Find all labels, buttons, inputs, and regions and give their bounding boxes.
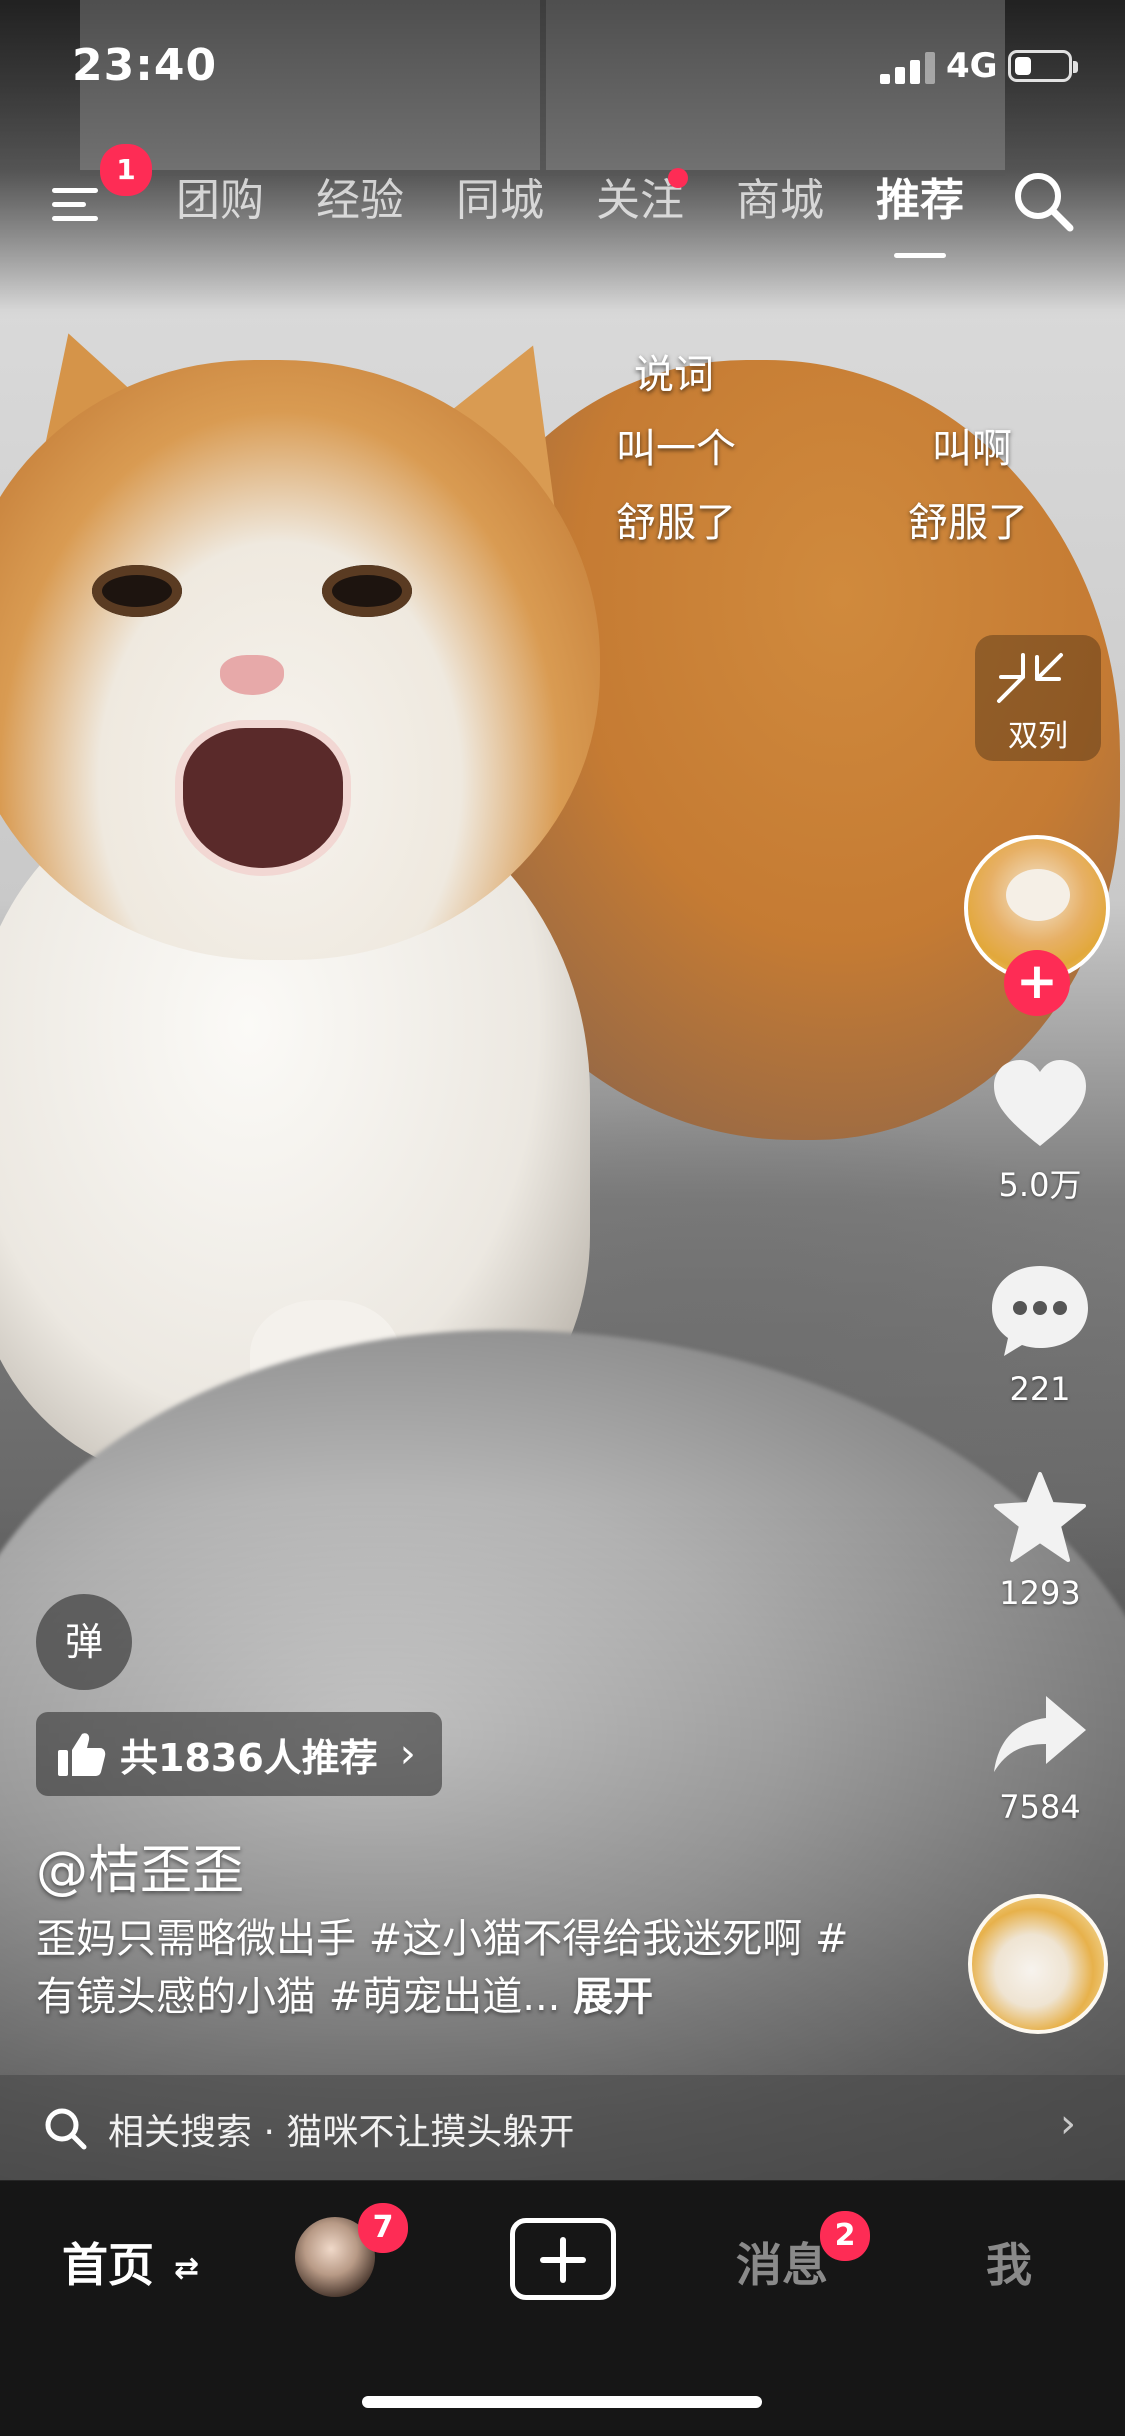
thumbs-up-icon (58, 1733, 106, 1776)
menu-icon-line (52, 202, 86, 207)
tab-label: 同城 (456, 175, 544, 226)
dual-column-label: 双列 (1008, 719, 1068, 754)
favorite-button[interactable]: 1293 (975, 1470, 1105, 1612)
tab-label: 经验 (316, 175, 404, 226)
messages-badge: 2 (820, 2211, 870, 2261)
follow-button[interactable]: + (1004, 950, 1070, 1016)
search-icon (1015, 173, 1074, 232)
share-icon (994, 1696, 1086, 1772)
like-count: 5.0万 (998, 1166, 1082, 1204)
heart-icon (994, 1060, 1086, 1146)
cat-nose (220, 655, 284, 695)
dual-column-button[interactable]: 双列 (975, 635, 1101, 761)
cat-eye-left (92, 565, 182, 617)
tab-shangcheng[interactable]: 商城 (710, 166, 850, 236)
cat-mouth (175, 720, 351, 876)
search-icon (45, 2108, 87, 2150)
battery-icon (1008, 50, 1078, 82)
tab-label: 推荐 (876, 175, 964, 226)
related-search-bar[interactable]: 相关搜索 · 猫咪不让摸头躲开 › (0, 2075, 1125, 2181)
danmu-toggle[interactable]: 弹 (36, 1594, 132, 1690)
lyric-line: 叫一个 (616, 426, 736, 472)
chevron-right-icon: › (1060, 2101, 1076, 2147)
recommend-pill[interactable]: 共1836人推荐 › (36, 1712, 442, 1796)
top-navigation: 1 团购 经验 同城 关注 商城 推荐 (0, 144, 1125, 260)
search-button[interactable] (1008, 166, 1078, 236)
home-indicator (362, 2396, 762, 2408)
menu-badge: 1 (100, 144, 152, 196)
comment-icon (992, 1266, 1088, 1356)
like-button[interactable]: 5.0万 (975, 1058, 1105, 1206)
lyric-line: 说词 (634, 352, 714, 398)
tab-messages[interactable]: 消息 (736, 2229, 828, 2295)
lyric-line: 舒服了 (616, 500, 736, 546)
menu-icon (52, 188, 98, 193)
tab-tuijian[interactable]: 推荐 (850, 166, 990, 258)
lyric-line: 叫啊 (932, 426, 1012, 472)
author-name[interactable]: @桔歪歪 (36, 1828, 244, 1903)
menu-icon-line (52, 216, 98, 221)
tab-tongcheng[interactable]: 同城 (430, 166, 570, 236)
music-disc-icon[interactable] (968, 1894, 1108, 2034)
create-button[interactable] (510, 2218, 616, 2300)
tab-me[interactable]: 我 (986, 2229, 1032, 2295)
tab-guanzhu[interactable]: 关注 (570, 166, 710, 236)
switch-arrows-icon: ⇄ (174, 2251, 200, 2286)
feed-tabs: 团购 经验 同城 关注 商城 推荐 (150, 166, 990, 258)
description-text: 歪妈只需略微出手 #这小猫不得给我迷死啊 #有镜头感的小猫 #萌宠出道... (36, 1916, 849, 2020)
expand-link[interactable]: 展开 (573, 1974, 653, 2020)
tab-label: 团购 (176, 175, 264, 226)
menu-button[interactable] (48, 170, 108, 230)
status-bar: 23:40 4G (0, 0, 1125, 140)
network-type: 4G (946, 46, 998, 86)
unread-dot (668, 168, 688, 188)
recommend-text: 共1836人推荐 (120, 1735, 378, 1780)
share-count: 7584 (999, 1788, 1081, 1826)
favorite-count: 1293 (999, 1574, 1081, 1612)
comment-button[interactable]: 221 (975, 1262, 1105, 1408)
related-search-text: 相关搜索 · 猫咪不让摸头躲开 (108, 2112, 575, 2153)
cat-eye-right (322, 565, 412, 617)
tab-jingyan[interactable]: 经验 (290, 166, 430, 236)
video-description: 歪妈只需略微出手 #这小猫不得给我迷死啊 #有镜头感的小猫 #萌宠出道... 展… (36, 1910, 886, 2026)
comment-count: 221 (1009, 1370, 1071, 1408)
friends-badge: 7 (358, 2203, 408, 2253)
chevron-right-icon: › (399, 1731, 416, 1777)
signal-icon (880, 52, 936, 84)
avatar-cat-face (1006, 869, 1070, 921)
lyric-line: 舒服了 (908, 500, 1028, 546)
tab-home[interactable]: 首页 ⇄ (62, 2229, 199, 2295)
tab-label: 商城 (736, 175, 824, 226)
collapse-arrows-icon (997, 653, 1063, 703)
star-icon (994, 1472, 1086, 1562)
me-label: 我 (986, 2238, 1032, 2292)
share-button[interactable]: 7584 (975, 1692, 1105, 1826)
clock: 23:40 (72, 40, 218, 91)
tab-tuangou[interactable]: 团购 (150, 166, 290, 236)
video-feed-screen: 23:40 4G 1 团购 经验 同城 关注 商城 推荐 说词 叫一个 叫啊 舒… (0, 0, 1125, 2436)
messages-label: 消息 (736, 2238, 828, 2292)
home-label: 首页 (62, 2238, 154, 2292)
